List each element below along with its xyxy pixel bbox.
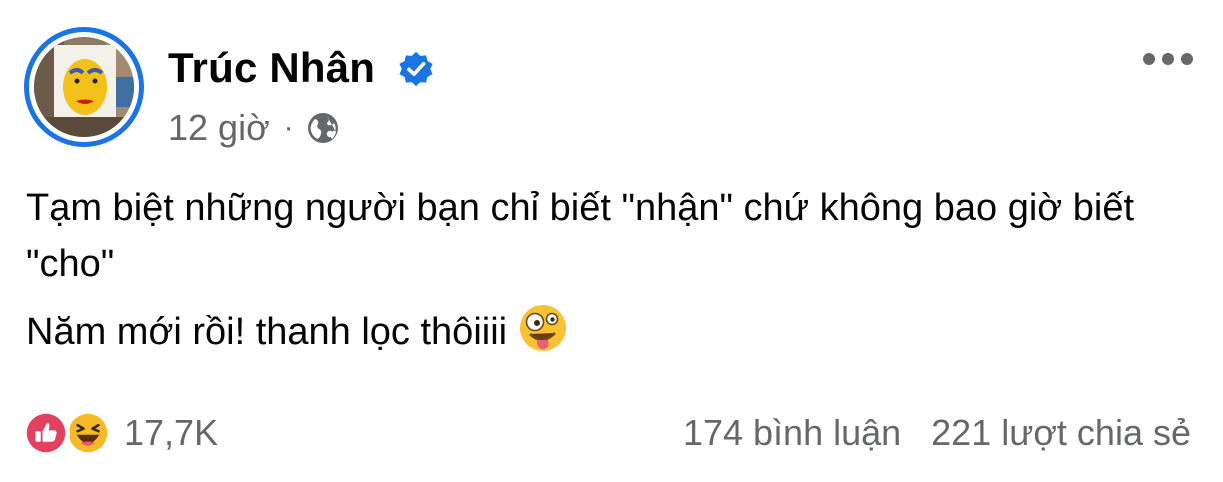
zany-face-emoji-icon <box>520 305 567 351</box>
post-meta: 12 giờ · <box>168 106 340 150</box>
reactions-summary[interactable]: 17,7K <box>22 409 218 457</box>
post-content: Tạm biệt những người bạn chỉ biết "nhận"… <box>26 180 1206 360</box>
meta-separator: · <box>283 111 294 144</box>
post-text-line-2: Năm mới rồi! thanh lọc thôiiii <box>26 302 1206 360</box>
like-reaction-icon <box>22 409 70 457</box>
shares-count-link[interactable]: 221 lượt chia sẻ <box>931 412 1191 454</box>
post-stats: 174 bình luận 221 lượt chia sẻ <box>683 409 1191 457</box>
avatar[interactable] <box>34 37 134 137</box>
author-name[interactable]: Trúc Nhân <box>168 44 375 92</box>
profile-avatar-ring[interactable] <box>24 27 144 147</box>
more-options-button[interactable] <box>1140 42 1196 76</box>
haha-reaction-icon <box>64 409 112 457</box>
verified-badge-icon <box>399 51 433 87</box>
comments-count-link[interactable]: 174 bình luận <box>683 412 901 454</box>
reaction-count[interactable]: 17,7K <box>124 412 218 454</box>
more-options-icon <box>1143 53 1193 65</box>
post-text-line: Tạm biệt những người bạn chỉ biết "nhận"… <box>26 187 1135 285</box>
globe-icon[interactable] <box>306 111 340 145</box>
post-time[interactable]: 12 giờ <box>168 107 270 149</box>
post-text-line-content: Năm mới rồi! thanh lọc thôiiii <box>26 311 508 353</box>
